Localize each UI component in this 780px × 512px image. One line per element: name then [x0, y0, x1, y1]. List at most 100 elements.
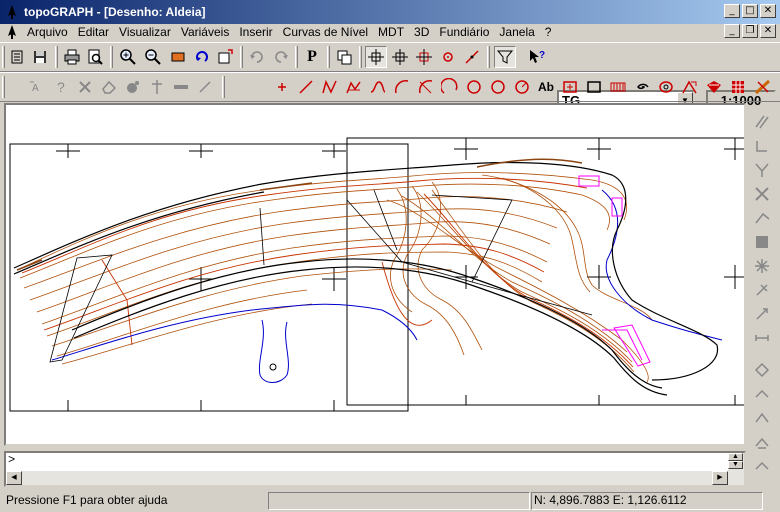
- question-icon[interactable]: ?: [50, 76, 72, 98]
- rectangle-icon[interactable]: [583, 76, 605, 98]
- settings-icon[interactable]: [122, 76, 144, 98]
- snap-perpendicular-icon[interactable]: [461, 46, 483, 68]
- spline-icon[interactable]: [343, 76, 365, 98]
- zoom-previous-icon[interactable]: [191, 46, 213, 68]
- save-icon[interactable]: [29, 46, 51, 68]
- minimize-button[interactable]: _: [724, 4, 740, 18]
- menu-curvas-de-nivel[interactable]: Curvas de Nível: [278, 25, 373, 39]
- drawing-canvas[interactable]: [4, 103, 746, 446]
- cross-icon[interactable]: [751, 183, 773, 205]
- snap-endpoint-icon[interactable]: [365, 46, 387, 68]
- menu-3d[interactable]: 3D: [409, 25, 434, 39]
- peak-icon[interactable]: [751, 407, 773, 429]
- print-preview-icon[interactable]: [84, 46, 106, 68]
- curve-icon[interactable]: [367, 76, 389, 98]
- ellipse-icon[interactable]: [655, 76, 677, 98]
- toolbar-separator: [359, 46, 362, 68]
- chevron-up-icon[interactable]: [751, 383, 773, 405]
- window-title: topoGRAPH - [Desenho: Aldeia]: [24, 5, 206, 19]
- doc-close-button[interactable]: ✕: [760, 24, 776, 38]
- point-icon[interactable]: [271, 76, 293, 98]
- arc-icon[interactable]: [391, 76, 413, 98]
- rectangle-tool-icon[interactable]: [170, 76, 192, 98]
- scroll-right-icon[interactable]: ▶: [712, 471, 728, 485]
- circle-2pt-icon[interactable]: [487, 76, 509, 98]
- command-line[interactable]: > ▲ ▼ ◀ ▶: [4, 451, 746, 487]
- block-icon[interactable]: [703, 76, 725, 98]
- symbol-icon[interactable]: [559, 76, 581, 98]
- hatch-icon[interactable]: [607, 76, 629, 98]
- close-button[interactable]: ✕: [760, 4, 776, 18]
- list-icon[interactable]: [6, 46, 28, 68]
- grid-icon[interactable]: [727, 76, 749, 98]
- status-bar: Pressione F1 para obter ajuda N: 4,896.7…: [0, 490, 780, 512]
- ridge-icon[interactable]: [751, 431, 773, 453]
- polygon-icon[interactable]: [679, 76, 701, 98]
- delete-icon[interactable]: [74, 76, 96, 98]
- snap-intersection-icon[interactable]: [389, 46, 411, 68]
- circle-radius-icon[interactable]: [511, 76, 533, 98]
- maximize-button[interactable]: □: [742, 4, 758, 18]
- filter-icon[interactable]: [494, 46, 516, 68]
- command-horizontal-scrollbar[interactable]: ◀ ▶: [6, 471, 728, 485]
- print-icon[interactable]: [61, 46, 83, 68]
- properties-icon[interactable]: P: [301, 46, 323, 68]
- erase-icon[interactable]: [98, 76, 120, 98]
- line-icon[interactable]: [295, 76, 317, 98]
- fork-icon[interactable]: [751, 159, 773, 181]
- valley-icon[interactable]: [751, 455, 773, 477]
- menu-arquivo[interactable]: Arquivo: [22, 25, 73, 39]
- toolbar-grip[interactable]: [2, 46, 5, 68]
- arc-ccw-icon[interactable]: [439, 76, 461, 98]
- polyline-icon[interactable]: [319, 76, 341, 98]
- zoom-extents-icon[interactable]: [214, 46, 236, 68]
- circle-icon[interactable]: [463, 76, 485, 98]
- stair-icon[interactable]: [751, 135, 773, 157]
- snap-center-icon[interactable]: [437, 46, 459, 68]
- menu-inserir[interactable]: Inserir: [234, 25, 277, 39]
- parallel-line-icon[interactable]: [751, 111, 773, 133]
- doc-restore-button[interactable]: ❐: [742, 24, 758, 38]
- topographic-drawing[interactable]: [6, 105, 744, 444]
- menu-variaveis[interactable]: Variáveis: [176, 25, 234, 39]
- arc-3pt-icon[interactable]: [415, 76, 437, 98]
- menu-fundiario[interactable]: Fundiário: [434, 25, 494, 39]
- redo-icon[interactable]: [270, 46, 292, 68]
- explode-icon[interactable]: [751, 279, 773, 301]
- zoom-out-icon[interactable]: [142, 46, 164, 68]
- dimension-icon[interactable]: [751, 327, 773, 349]
- scroll-up-icon[interactable]: ▲: [728, 453, 743, 461]
- hachure-lines: [16, 158, 583, 271]
- asterisk-icon[interactable]: [751, 255, 773, 277]
- measure-icon[interactable]: [751, 303, 773, 325]
- spiral-icon[interactable]: [631, 76, 653, 98]
- ruler-icon[interactable]: [752, 76, 774, 98]
- menu-visualizar[interactable]: Visualizar: [114, 25, 176, 39]
- status-panel-empty: [268, 492, 530, 510]
- menu-mdt[interactable]: MDT: [373, 25, 409, 39]
- undo-icon[interactable]: [246, 46, 268, 68]
- snap-midpoint-icon[interactable]: [413, 46, 435, 68]
- diamond-icon[interactable]: [751, 359, 773, 381]
- scroll-left-icon[interactable]: ◀: [6, 471, 22, 485]
- help-pointer-icon[interactable]: ?: [526, 46, 548, 68]
- zoom-in-icon[interactable]: [117, 46, 139, 68]
- grid-crosses: [56, 138, 744, 411]
- toolbar-separator: [240, 46, 243, 68]
- toolbar-grip[interactable]: [2, 76, 5, 98]
- menu-help[interactable]: ?: [540, 25, 557, 39]
- anchor-icon[interactable]: [146, 76, 168, 98]
- doc-minimize-button[interactable]: _: [724, 24, 740, 38]
- menu-editar[interactable]: Editar: [73, 25, 114, 39]
- command-vertical-scrollbar[interactable]: ▲ ▼: [728, 453, 744, 485]
- document-icon[interactable]: [4, 24, 20, 40]
- pen-icon[interactable]: [194, 76, 216, 98]
- fill-icon[interactable]: [751, 231, 773, 253]
- slope-icon[interactable]: [751, 207, 773, 229]
- zoom-window-icon[interactable]: [167, 46, 189, 68]
- text-icon[interactable]: Ab: [535, 76, 557, 98]
- scroll-down-icon[interactable]: ▼: [728, 461, 743, 469]
- attribute-icon[interactable]: A: [26, 76, 48, 98]
- copy-window-icon[interactable]: [333, 46, 355, 68]
- menu-janela[interactable]: Janela: [494, 25, 539, 39]
